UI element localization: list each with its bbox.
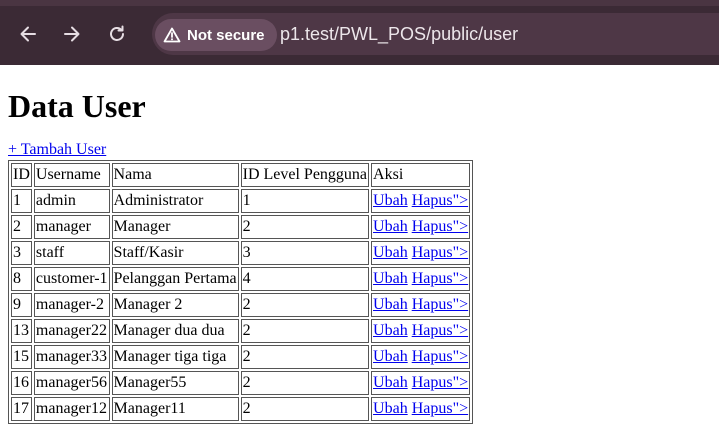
cell-username: manager12: [33, 397, 110, 421]
edit-link[interactable]: Ubah: [373, 400, 408, 417]
cell-level: 2: [240, 293, 370, 317]
cell-id: 16: [11, 371, 32, 395]
cell-username: manager56: [33, 371, 110, 395]
edit-link[interactable]: Ubah: [373, 244, 408, 261]
edit-link[interactable]: Ubah: [373, 322, 408, 339]
table-body: 1 admin Administrator 1 Ubah Hapus"> 2 m…: [11, 189, 471, 421]
cell-aksi: Ubah Hapus">: [371, 397, 471, 421]
column-header-nama: Nama: [111, 163, 239, 187]
cell-aksi: Ubah Hapus">: [371, 345, 471, 369]
cell-aksi: Ubah Hapus">: [371, 293, 471, 317]
cell-nama: Pelanggan Pertama: [111, 267, 239, 291]
cell-nama: Administrator: [111, 189, 239, 213]
cell-nama: Manager: [111, 215, 239, 239]
cell-level: 2: [240, 345, 370, 369]
back-button[interactable]: [14, 20, 42, 48]
cell-id: 17: [11, 397, 32, 421]
cell-username: staff: [33, 241, 110, 265]
cell-nama: Staff/Kasir: [111, 241, 239, 265]
column-header-aksi: Aksi: [371, 163, 471, 187]
cell-nama: Manager 2: [111, 293, 239, 317]
delete-link[interactable]: Hapus">: [412, 374, 468, 391]
cell-username: manager22: [33, 319, 110, 343]
cell-nama: Manager tiga tiga: [111, 345, 239, 369]
delete-link[interactable]: Hapus">: [412, 400, 468, 417]
table-row: 13 manager22 Manager dua dua 2 Ubah Hapu…: [11, 319, 471, 343]
url-text[interactable]: p1.test/PWL_POS/public/user: [280, 24, 518, 45]
table-header-row: ID Username Nama ID Level Pengguna Aksi: [11, 163, 471, 187]
delete-link[interactable]: Hapus">: [412, 218, 468, 235]
arrow-left-icon: [20, 26, 36, 42]
table-row: 16 manager56 Manager55 2 Ubah Hapus">: [11, 371, 471, 395]
column-header-username: Username: [33, 163, 110, 187]
delete-link[interactable]: Hapus">: [412, 296, 468, 313]
cell-username: manager: [33, 215, 110, 239]
cell-level: 4: [240, 267, 370, 291]
delete-link[interactable]: Hapus">: [412, 322, 468, 339]
delete-link[interactable]: Hapus">: [412, 244, 468, 261]
cell-username: manager-2: [33, 293, 110, 317]
cell-username: customer-1: [33, 267, 110, 291]
cell-aksi: Ubah Hapus">: [371, 241, 471, 265]
page-title: Data User: [8, 88, 146, 124]
edit-link[interactable]: Ubah: [373, 218, 408, 235]
table-row: 3 staff Staff/Kasir 3 Ubah Hapus">: [11, 241, 471, 265]
reload-button[interactable]: [103, 20, 131, 48]
cell-id: 3: [11, 241, 32, 265]
delete-link[interactable]: Hapus">: [412, 270, 468, 287]
cell-nama: Manager55: [111, 371, 239, 395]
cell-level: 1: [240, 189, 370, 213]
forward-button[interactable]: [58, 20, 86, 48]
edit-link[interactable]: Ubah: [373, 374, 408, 391]
page-content: Data User + Tambah User ID Username Nama…: [0, 89, 719, 424]
cell-id: 15: [11, 345, 32, 369]
reload-icon: [110, 25, 124, 41]
cell-aksi: Ubah Hapus">: [371, 215, 471, 239]
cell-id: 8: [11, 267, 32, 291]
column-header-id: ID: [11, 163, 32, 187]
cell-level: 2: [240, 397, 370, 421]
table-row: 2 manager Manager 2 Ubah Hapus">: [11, 215, 471, 239]
user-table: ID Username Nama ID Level Pengguna Aksi …: [8, 160, 474, 424]
cell-aksi: Ubah Hapus">: [371, 267, 471, 291]
delete-link[interactable]: Hapus">: [412, 348, 468, 365]
edit-link[interactable]: Ubah: [373, 270, 408, 287]
arrow-right-icon: [64, 26, 80, 42]
delete-link[interactable]: Hapus">: [412, 192, 468, 209]
cell-nama: Manager11: [111, 397, 239, 421]
cell-nama: Manager dua dua: [111, 319, 239, 343]
table-row: 8 customer-1 Pelanggan Pertama 4 Ubah Ha…: [11, 267, 471, 291]
tab-strip-edge: [0, 0, 719, 6]
cell-aksi: Ubah Hapus">: [371, 189, 471, 213]
cell-level: 3: [240, 241, 370, 265]
table-row: 17 manager12 Manager11 2 Ubah Hapus">: [11, 397, 471, 421]
cell-id: 1: [11, 189, 32, 213]
cell-level: 2: [240, 319, 370, 343]
edit-link[interactable]: Ubah: [373, 296, 408, 313]
security-label: Not secure: [187, 26, 265, 44]
cell-level: 2: [240, 215, 370, 239]
edit-link[interactable]: Ubah: [373, 348, 408, 365]
table-row: 9 manager-2 Manager 2 2 Ubah Hapus">: [11, 293, 471, 317]
browser-toolbar: Not secure p1.test/PWL_POS/public/user: [0, 0, 719, 65]
cell-level: 2: [240, 371, 370, 395]
cell-id: 13: [11, 319, 32, 343]
cell-aksi: Ubah Hapus">: [371, 319, 471, 343]
cell-id: 2: [11, 215, 32, 239]
table-row: 1 admin Administrator 1 Ubah Hapus">: [11, 189, 471, 213]
column-header-level: ID Level Pengguna: [240, 163, 370, 187]
security-indicator[interactable]: Not secure: [155, 19, 277, 51]
edit-link[interactable]: Ubah: [373, 192, 408, 209]
add-user-link[interactable]: + Tambah User: [8, 141, 106, 159]
cell-username: manager33: [33, 345, 110, 369]
cell-id: 9: [11, 293, 32, 317]
cell-username: admin: [33, 189, 110, 213]
table-row: 15 manager33 Manager tiga tiga 2 Ubah Ha…: [11, 345, 471, 369]
cell-aksi: Ubah Hapus">: [371, 371, 471, 395]
warning-icon: [163, 27, 181, 43]
